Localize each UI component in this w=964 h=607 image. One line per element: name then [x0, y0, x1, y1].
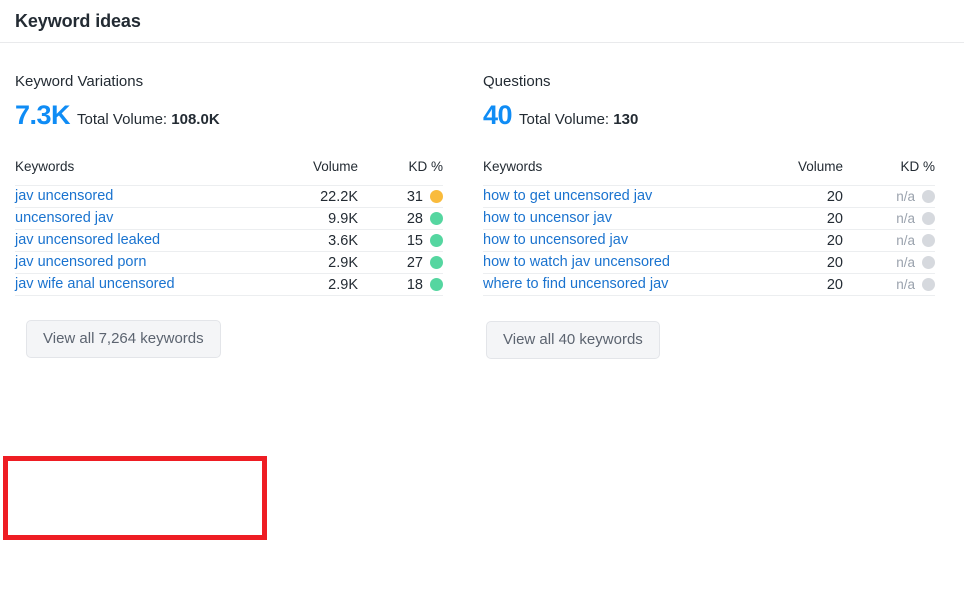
questions-total-volume-label: Total Volume:	[519, 111, 610, 128]
volume-value: 20	[826, 254, 843, 271]
questions-footer: View all 40 keywords	[483, 321, 935, 359]
kd-cell: 15	[407, 233, 443, 249]
kd-cell: n/a	[896, 255, 935, 270]
variations-total-volume-value: 108.0K	[171, 111, 220, 128]
highlight-annotation-box	[3, 456, 267, 540]
table-row: how to get uncensored jav 20 n/a	[483, 185, 935, 208]
kd-value: n/a	[896, 232, 915, 248]
kd-value: n/a	[896, 210, 915, 226]
kd-value: n/a	[896, 254, 915, 270]
view-all-variations-button[interactable]: View all 7,264 keywords	[26, 320, 221, 358]
kd-status-dot-icon	[922, 189, 935, 203]
kd-value: 31	[406, 188, 423, 205]
keyword-link[interactable]: where to find uncensored jav	[483, 274, 738, 295]
kd-cell: n/a	[896, 211, 935, 226]
kd-status-dot-icon	[922, 277, 935, 291]
column-header-volume[interactable]: Volume	[738, 159, 843, 186]
kd-status-dot-icon	[922, 211, 935, 225]
table-row: jav uncensored porn 2.9K 27	[15, 251, 443, 274]
kd-value: n/a	[896, 276, 915, 292]
column-header-kd[interactable]: KD %	[358, 159, 443, 186]
kd-cell: 18	[407, 277, 443, 293]
volume-value: 20	[826, 210, 843, 227]
panel-label-variations: Keyword Variations	[15, 73, 144, 90]
kd-cell: 31	[407, 189, 443, 205]
variations-summary: 7.3K Total Volume: 108.0K	[15, 100, 443, 130]
table-header-row: Keywords Volume KD %	[15, 159, 443, 186]
page-header: Keyword ideas	[0, 0, 964, 43]
kd-cell: n/a	[896, 233, 935, 248]
kd-cell: 28	[407, 211, 443, 227]
volume-value: 22.2K	[320, 188, 358, 205]
kd-value: 28	[406, 210, 423, 227]
kd-status-dot-icon	[922, 255, 935, 269]
volume-value: 3.6K	[328, 232, 358, 249]
column-header-volume[interactable]: Volume	[270, 159, 358, 186]
kd-cell: 27	[407, 255, 443, 271]
kd-status-dot-icon	[430, 212, 443, 225]
keyword-link[interactable]: jav uncensored	[15, 186, 270, 207]
kd-status-dot-icon	[922, 233, 935, 247]
table-header-row: Keywords Volume KD %	[483, 159, 935, 186]
questions-count: 40	[483, 100, 513, 130]
column-header-keywords[interactable]: Keywords	[15, 159, 270, 186]
keyword-link[interactable]: jav wife anal uncensored	[15, 274, 270, 295]
keyword-link[interactable]: how to uncensored jav	[483, 230, 738, 251]
panel-label-questions: Questions	[483, 73, 551, 90]
questions-total-volume-value: 130	[613, 111, 639, 128]
keyword-variations-panel: Keyword Variations 7.3K Total Volume: 10…	[0, 73, 458, 358]
kd-status-dot-icon	[430, 278, 443, 291]
table-row: jav uncensored leaked 3.6K 15	[15, 229, 443, 252]
keyword-link[interactable]: jav uncensored leaked	[15, 230, 270, 251]
table-row: how to uncensor jav 20 n/a	[483, 207, 935, 230]
table-row: where to find uncensored jav 20 n/a	[483, 273, 935, 296]
keyword-link[interactable]: how to watch jav uncensored	[483, 252, 738, 273]
kd-value: 15	[406, 232, 423, 249]
volume-value: 20	[826, 232, 843, 249]
variations-count: 7.3K	[15, 100, 71, 130]
questions-table: Keywords Volume KD % how to get uncensor…	[483, 159, 935, 296]
keyword-link[interactable]: how to get uncensored jav	[483, 186, 738, 207]
kd-cell: n/a	[896, 277, 935, 292]
volume-value: 9.9K	[328, 210, 358, 227]
column-header-kd[interactable]: KD %	[843, 159, 935, 186]
keyword-ideas-panels: Keyword Variations 7.3K Total Volume: 10…	[0, 43, 964, 359]
variations-total-volume: Total Volume: 108.0K	[77, 110, 220, 130]
kd-status-dot-icon	[430, 234, 443, 247]
kd-value: 18	[406, 276, 423, 293]
view-all-questions-button[interactable]: View all 40 keywords	[486, 321, 660, 359]
table-row: how to uncensored jav 20 n/a	[483, 229, 935, 252]
table-row: uncensored jav 9.9K 28	[15, 207, 443, 230]
questions-summary: 40 Total Volume: 130	[483, 100, 935, 130]
column-header-keywords[interactable]: Keywords	[483, 159, 738, 186]
kd-value: 27	[406, 254, 423, 271]
page-title: Keyword ideas	[15, 10, 141, 31]
keyword-variations-table: Keywords Volume KD % jav uncensored 22.2…	[15, 159, 443, 296]
volume-value: 2.9K	[328, 276, 358, 293]
table-row: how to watch jav uncensored 20 n/a	[483, 251, 935, 274]
keyword-link[interactable]: uncensored jav	[15, 208, 270, 229]
table-row: jav wife anal uncensored 2.9K 18	[15, 273, 443, 296]
volume-value: 2.9K	[328, 254, 358, 271]
table-row: jav uncensored 22.2K 31	[15, 185, 443, 208]
kd-status-dot-icon	[430, 190, 443, 203]
volume-value: 20	[826, 188, 843, 205]
questions-panel: Questions 40 Total Volume: 130 Keywords …	[458, 73, 964, 359]
kd-value: n/a	[896, 188, 915, 204]
keyword-link[interactable]: jav uncensored porn	[15, 252, 270, 273]
kd-cell: n/a	[896, 189, 935, 204]
questions-total-volume: Total Volume: 130	[519, 110, 638, 130]
kd-status-dot-icon	[430, 256, 443, 269]
keyword-link[interactable]: how to uncensor jav	[483, 208, 738, 229]
volume-value: 20	[826, 276, 843, 293]
variations-total-volume-label: Total Volume:	[77, 111, 168, 128]
variations-footer: View all 7,264 keywords	[15, 320, 443, 358]
